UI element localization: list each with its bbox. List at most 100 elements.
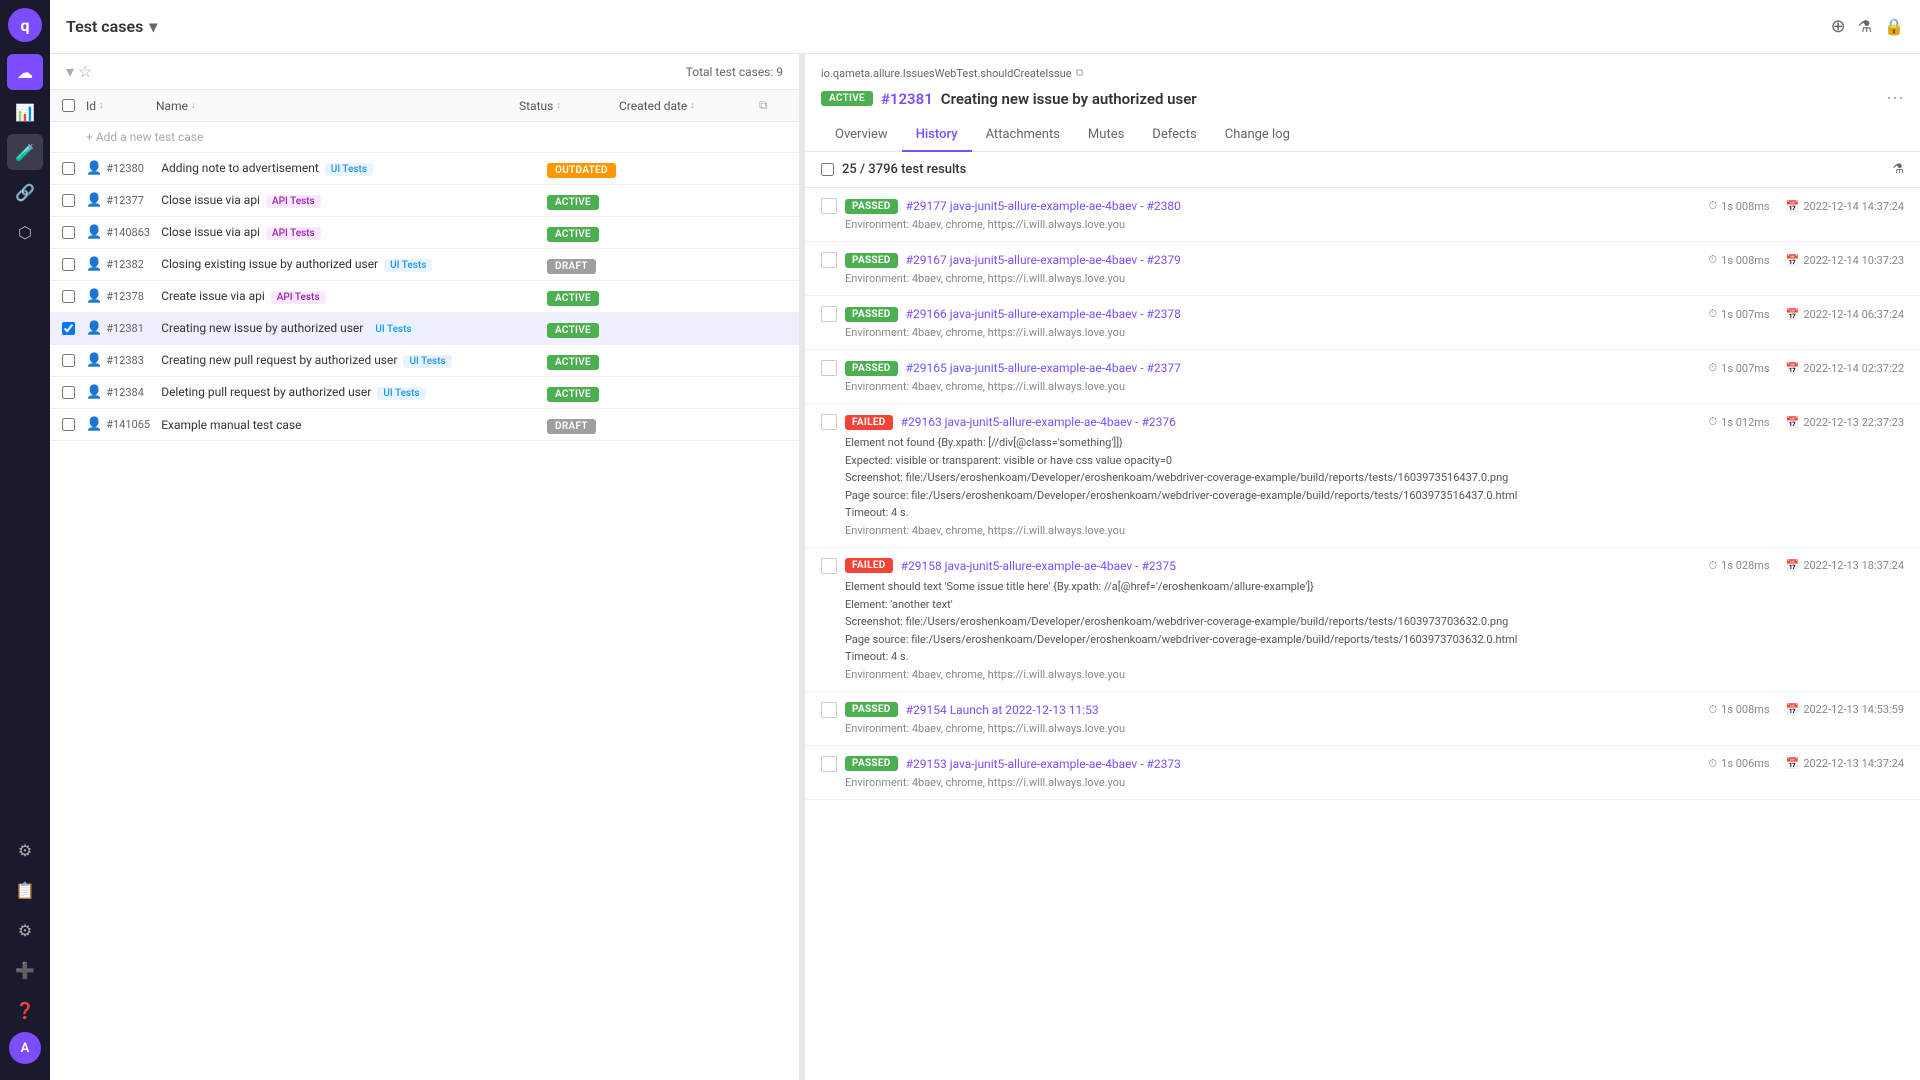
sidebar-item-help[interactable]: ❓	[7, 992, 43, 1028]
col-header-name[interactable]: Name ↓	[156, 99, 519, 113]
calendar-icon: 📅	[1786, 757, 1800, 770]
test-row[interactable]: 👤 #141065 Example manual test case DRAFT	[50, 409, 799, 441]
result-env: Environment: 4baev, chrome, https://i.wi…	[821, 326, 1904, 339]
tab-history[interactable]: History	[902, 119, 972, 152]
test-row[interactable]: 👤 #12381 Creating new issue by authorize…	[50, 313, 799, 345]
sidebar-item-launches[interactable]: 🔗	[7, 174, 43, 210]
row-checkbox[interactable]	[62, 290, 86, 303]
sidebar-item-dashboard[interactable]: 📊	[7, 94, 43, 130]
calendar-icon: 📅	[1786, 308, 1800, 321]
tab-overview[interactable]: Overview	[821, 119, 902, 152]
copy-icon[interactable]: ⧉	[759, 98, 787, 113]
sidebar-item-settings[interactable]: ⚙	[7, 832, 43, 868]
sidebar-item-config[interactable]: ⚙	[7, 912, 43, 948]
result-env: Environment: 4baev, chrome, https://i.wi…	[821, 218, 1904, 231]
row-checkbox[interactable]	[62, 386, 86, 399]
row-status-badge: ACTIVE	[547, 227, 599, 242]
result-env: Environment: 4baev, chrome, https://i.wi…	[821, 524, 1904, 537]
test-row[interactable]: 👤 #12384 Deleting pull request by author…	[50, 377, 799, 409]
sidebar-item-home[interactable]: ☁	[7, 54, 43, 90]
result-header: PASSED #29166 java-junit5-allure-example…	[821, 306, 1904, 322]
filter-icon[interactable]: ⚗	[1858, 17, 1872, 36]
result-checkbox[interactable]	[821, 558, 837, 574]
test-row[interactable]: 👤 #12378 Create issue via apiAPI Tests A…	[50, 281, 799, 313]
row-checkbox[interactable]	[62, 258, 86, 271]
result-item: PASSED #29154 Launch at 2022-12-13 11:53…	[805, 692, 1920, 746]
select-all-checkbox[interactable]	[62, 99, 86, 112]
lock-icon[interactable]: 🔒	[1884, 17, 1904, 36]
row-status-cell: ACTIVE	[547, 322, 647, 336]
result-link[interactable]: #29167 java-junit5-allure-example-ae-4ba…	[906, 253, 1181, 267]
test-row[interactable]: 👤 #12377 Close issue via apiAPI Tests AC…	[50, 185, 799, 217]
result-link[interactable]: #29163 java-junit5-allure-example-ae-4ba…	[901, 415, 1176, 429]
col-header-id[interactable]: Id ↕	[86, 99, 156, 113]
result-link[interactable]: #29165 java-junit5-allure-example-ae-4ba…	[906, 361, 1181, 375]
test-row[interactable]: 👤 #12382 Closing existing issue by autho…	[50, 249, 799, 281]
col-header-status[interactable]: Status ↕	[519, 99, 619, 113]
col-header-date[interactable]: Created date ↕	[619, 99, 759, 113]
row-name: Deleting pull request by authorized user…	[161, 385, 547, 400]
sidebar-item-defects[interactable]: ⬡	[7, 214, 43, 250]
row-checkbox[interactable]	[62, 226, 86, 239]
collapse-icon[interactable]: ▾	[66, 62, 74, 81]
result-checkbox[interactable]	[821, 702, 837, 718]
result-date: 📅 2022-12-13 14:37:24	[1786, 757, 1904, 770]
calendar-icon: 📅	[1786, 559, 1800, 572]
tab-attachments[interactable]: Attachments	[972, 119, 1074, 152]
result-item: FAILED #29158 java-junit5-allure-example…	[805, 548, 1920, 692]
row-checkbox[interactable]	[62, 354, 86, 367]
result-link[interactable]: #29154 Launch at 2022-12-13 11:53	[906, 703, 1099, 717]
result-link[interactable]: #29158 java-junit5-allure-example-ae-4ba…	[901, 559, 1176, 573]
result-checkbox[interactable]	[821, 252, 837, 268]
dropdown-icon[interactable]: ▾	[149, 17, 157, 36]
sidebar-item-testcases[interactable]: 🧪	[7, 134, 43, 170]
tab-defects[interactable]: Defects	[1138, 119, 1210, 152]
result-status-badge: PASSED	[845, 253, 898, 268]
clock-icon: ⏱	[1709, 757, 1718, 771]
result-checkbox[interactable]	[821, 198, 837, 214]
result-checkbox[interactable]	[821, 414, 837, 430]
header-icons: ⊕ ⚗ 🔒	[1831, 16, 1904, 37]
star-icon[interactable]: ☆	[78, 62, 92, 81]
sidebar-item-add[interactable]: ➕	[7, 952, 43, 988]
result-checkbox[interactable]	[821, 360, 837, 376]
row-id: #12380	[106, 162, 161, 175]
detail-path: io.qameta.allure.IssuesWebTest.shouldCre…	[821, 66, 1904, 80]
more-options-icon[interactable]: ⋯	[1886, 88, 1904, 109]
result-item: FAILED #29163 java-junit5-allure-example…	[805, 404, 1920, 548]
test-tag: API Tests	[266, 195, 321, 208]
add-test-row[interactable]: + Add a new test case	[50, 122, 799, 153]
tab-change-log[interactable]: Change log	[1211, 119, 1304, 152]
test-row[interactable]: 👤 #12380 Adding note to advertisementUI …	[50, 153, 799, 185]
result-link[interactable]: #29153 java-junit5-allure-example-ae-4ba…	[906, 757, 1181, 771]
row-checkbox[interactable]	[62, 418, 86, 431]
results-select-all[interactable]	[821, 163, 834, 176]
row-checkbox[interactable]	[62, 194, 86, 207]
detail-content: 25 / 3796 test results ⚗ PASSED #29177 j…	[805, 152, 1920, 1080]
user-avatar[interactable]: A	[9, 1032, 41, 1064]
row-checkbox[interactable]	[62, 322, 86, 335]
sidebar-item-reports[interactable]: 📋	[7, 872, 43, 908]
copy-path-icon[interactable]: ⧉	[1076, 66, 1084, 80]
result-date: 📅 2022-12-14 14:37:24	[1786, 200, 1904, 213]
test-row[interactable]: 👤 #12383 Creating new pull request by au…	[50, 345, 799, 377]
result-header: PASSED #29165 java-junit5-allure-example…	[821, 360, 1904, 376]
test-tag: API Tests	[271, 291, 326, 304]
result-link[interactable]: #29166 java-junit5-allure-example-ae-4ba…	[906, 307, 1181, 321]
row-user-icon: 👤	[86, 321, 102, 336]
results-header: 25 / 3796 test results ⚗	[805, 152, 1920, 188]
test-row[interactable]: 👤 #140863 Close issue via apiAPI Tests A…	[50, 217, 799, 249]
row-name: Creating new pull request by authorized …	[161, 353, 547, 368]
result-checkbox[interactable]	[821, 756, 837, 772]
result-error: Element not found {By.xpath: [//div[@cla…	[821, 434, 1904, 522]
calendar-icon: 📅	[1786, 416, 1800, 429]
row-id: #12382	[106, 258, 161, 271]
results-filter-icon[interactable]: ⚗	[1892, 162, 1904, 177]
result-link[interactable]: #29177 java-junit5-allure-example-ae-4ba…	[906, 199, 1181, 213]
tab-mutes[interactable]: Mutes	[1074, 119, 1138, 152]
result-checkbox[interactable]	[821, 306, 837, 322]
app-logo[interactable]: q	[8, 8, 42, 42]
test-tag: UI Tests	[369, 323, 417, 336]
row-checkbox[interactable]	[62, 162, 86, 175]
add-icon[interactable]: ⊕	[1831, 16, 1846, 37]
